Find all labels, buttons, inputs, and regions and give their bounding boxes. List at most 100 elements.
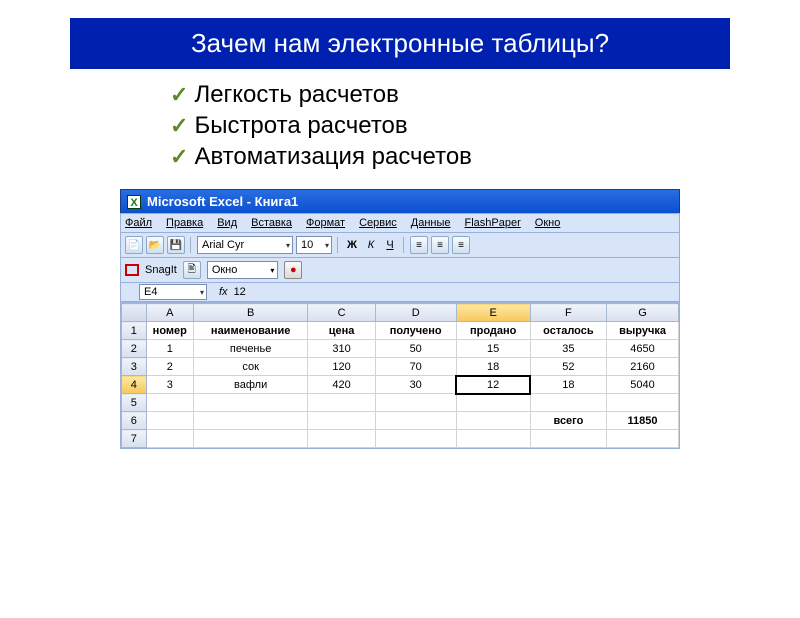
font-size-select[interactable]: 10 [296,236,332,254]
menu-insert[interactable]: Вставка [251,217,292,229]
excel-title-text: Microsoft Excel - Книга1 [147,194,298,209]
row-header-7[interactable]: 7 [122,430,147,448]
col-header-b[interactable]: B [193,304,308,322]
formula-bar: E4 fx 12 [120,282,680,302]
cell[interactable] [146,394,193,412]
spreadsheet-grid: A B C D E F G 1 номер наименование цена … [120,302,680,449]
row-header-1[interactable]: 1 [122,322,147,340]
row-header-6[interactable]: 6 [122,412,147,430]
cell-selected[interactable]: 12 [456,376,530,394]
cell[interactable]: 30 [375,376,456,394]
cell[interactable] [193,430,308,448]
cell[interactable]: цена [308,322,375,340]
cell[interactable]: 1 [146,340,193,358]
cell[interactable] [146,430,193,448]
menu-flashpaper[interactable]: FlashPaper [465,217,521,229]
snagit-window-select[interactable]: Окно [207,261,279,279]
cell[interactable]: 18 [530,376,606,394]
cell[interactable]: 52 [530,358,606,376]
cell[interactable]: 4650 [607,340,679,358]
cell[interactable]: печенье [193,340,308,358]
cell[interactable] [530,430,606,448]
cell[interactable] [456,394,530,412]
menu-tools[interactable]: Сервис [359,217,397,229]
cell[interactable]: 3 [146,376,193,394]
bullet-text: Автоматизация расчетов [194,143,472,171]
formula-value: 12 [234,286,246,298]
row-header-2[interactable]: 2 [122,340,147,358]
check-icon: ✓ [170,82,188,108]
save-icon[interactable]: 💾 [167,236,185,254]
snagit-capture-icon[interactable] [125,264,139,276]
cell[interactable]: 18 [456,358,530,376]
cell[interactable]: осталось [530,322,606,340]
cell[interactable] [456,430,530,448]
snagit-menu-icon[interactable]: 🖹 [183,261,201,279]
cell[interactable] [308,430,375,448]
font-name-select[interactable]: Arial Cyr [197,236,293,254]
cell[interactable]: продано [456,322,530,340]
cell[interactable]: 2160 [607,358,679,376]
select-all-corner[interactable] [122,304,147,322]
cell[interactable]: 310 [308,340,375,358]
cell[interactable]: получено [375,322,456,340]
row-header-3[interactable]: 3 [122,358,147,376]
cell[interactable]: 120 [308,358,375,376]
col-header-c[interactable]: C [308,304,375,322]
cell[interactable] [375,394,456,412]
col-header-a[interactable]: A [146,304,193,322]
cell[interactable] [308,394,375,412]
cell[interactable] [375,430,456,448]
cell[interactable]: наименование [193,322,308,340]
separator [190,237,192,253]
cell[interactable]: 70 [375,358,456,376]
cell[interactable]: выручка [607,322,679,340]
italic-button[interactable]: К [363,237,379,253]
cell[interactable]: номер [146,322,193,340]
row-header-5[interactable]: 5 [122,394,147,412]
name-box[interactable]: E4 [139,284,207,300]
cell[interactable] [146,412,193,430]
cell[interactable] [193,394,308,412]
align-left-icon[interactable]: ≡ [410,236,428,254]
cell[interactable]: вафли [193,376,308,394]
menu-format[interactable]: Формат [306,217,345,229]
excel-titlebar: X Microsoft Excel - Книга1 [120,189,680,213]
cell-total-value[interactable]: 11850 [607,412,679,430]
cell[interactable] [193,412,308,430]
col-header-d[interactable]: D [375,304,456,322]
menu-edit[interactable]: Правка [166,217,203,229]
cell[interactable] [456,412,530,430]
open-icon[interactable]: 📂 [146,236,164,254]
menu-view[interactable]: Вид [217,217,237,229]
bold-button[interactable]: Ж [344,237,360,253]
bullet-text: Легкость расчетов [194,81,398,109]
bullet-list: ✓Легкость расчетов ✓Быстрота расчетов ✓А… [170,81,800,171]
cell[interactable] [607,394,679,412]
cell[interactable]: 420 [308,376,375,394]
cell[interactable]: 15 [456,340,530,358]
cell-total-label[interactable]: всего [530,412,606,430]
cell[interactable]: 35 [530,340,606,358]
snagit-go-button[interactable]: ● [284,261,302,279]
row-header-4[interactable]: 4 [122,376,147,394]
cell[interactable] [308,412,375,430]
underline-button[interactable]: Ч [382,237,398,253]
menu-file[interactable]: Файл [125,217,152,229]
cell[interactable] [530,394,606,412]
cell[interactable]: 50 [375,340,456,358]
fx-label[interactable]: fx [219,286,228,298]
menu-window[interactable]: Окно [535,217,561,229]
new-icon[interactable]: 📄 [125,236,143,254]
cell[interactable] [607,430,679,448]
cell[interactable]: 2 [146,358,193,376]
align-right-icon[interactable]: ≡ [452,236,470,254]
col-header-e[interactable]: E [456,304,530,322]
cell[interactable] [375,412,456,430]
col-header-g[interactable]: G [607,304,679,322]
cell[interactable]: 5040 [607,376,679,394]
cell[interactable]: сок [193,358,308,376]
align-center-icon[interactable]: ≡ [431,236,449,254]
menu-data[interactable]: Данные [411,217,451,229]
col-header-f[interactable]: F [530,304,606,322]
